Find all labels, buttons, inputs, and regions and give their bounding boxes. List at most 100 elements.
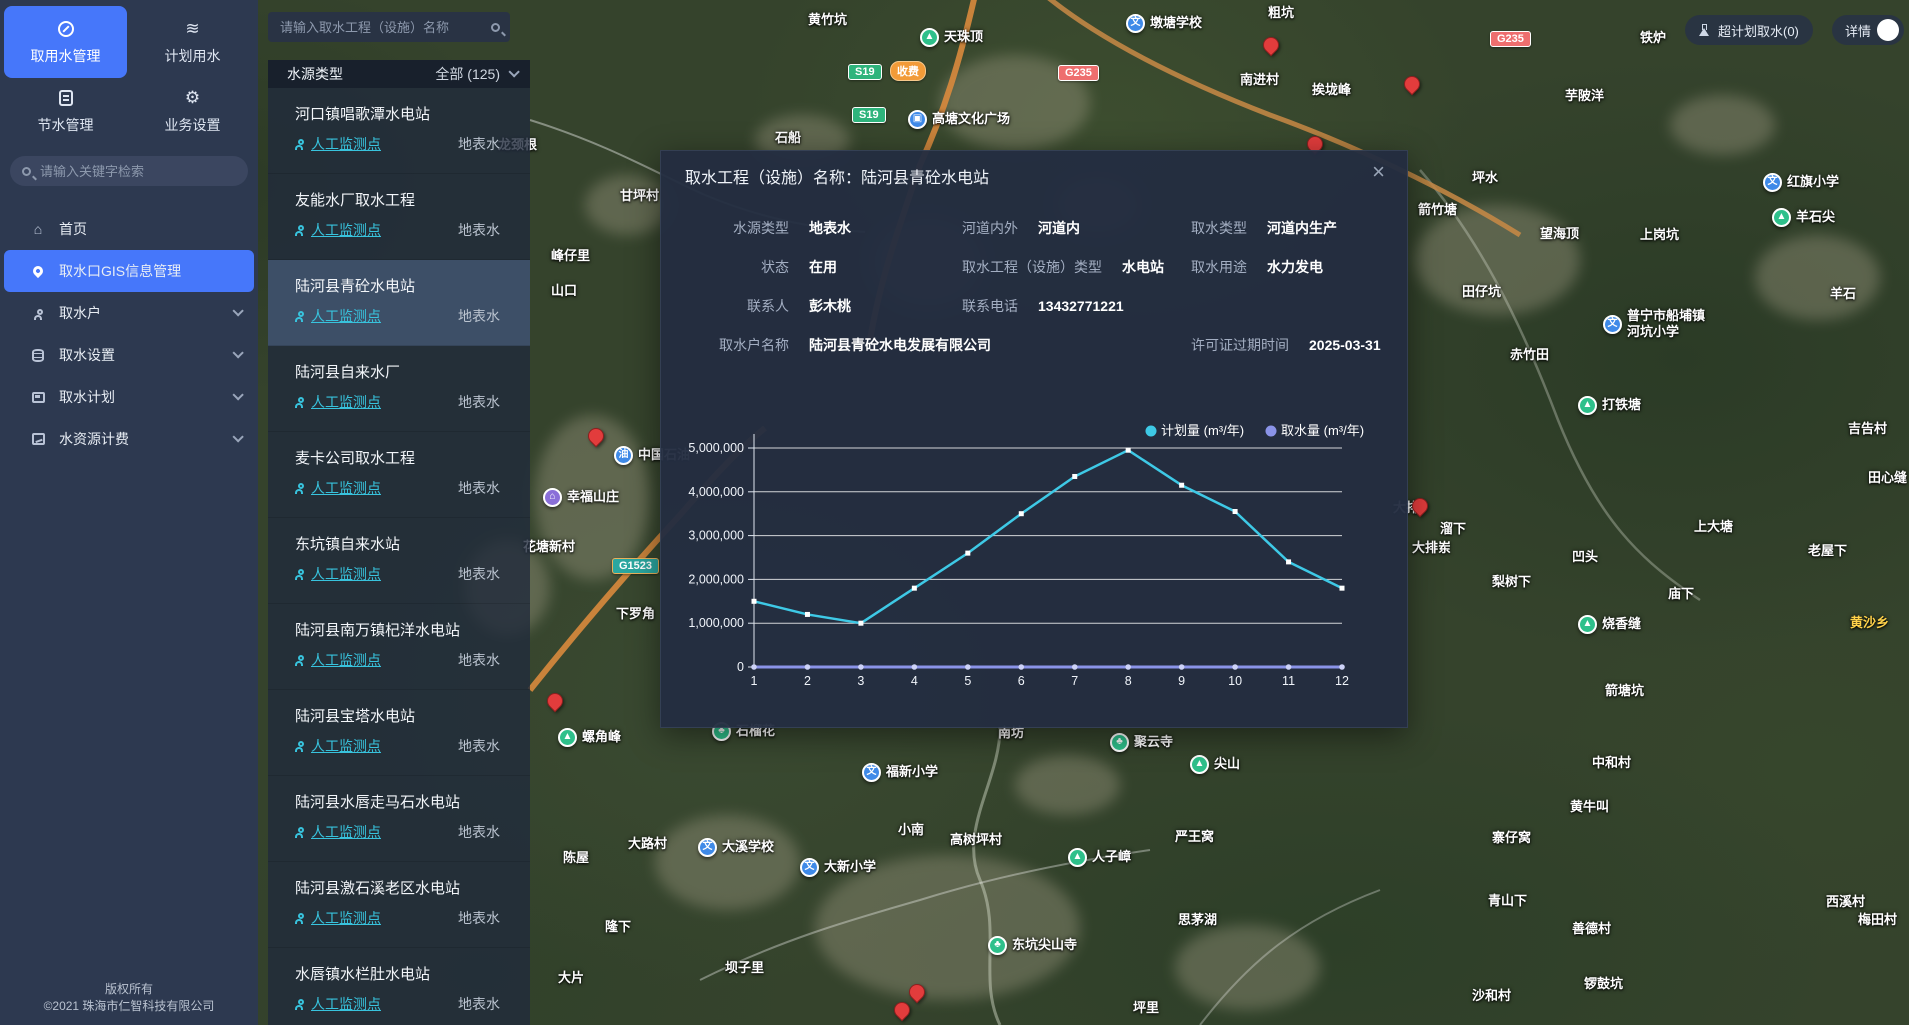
school-marker-icon[interactable]: 文 xyxy=(862,763,881,782)
mtn-marker-icon[interactable]: ▲ xyxy=(1772,208,1791,227)
map-label-text: 羊石 xyxy=(1830,286,1856,302)
person-icon xyxy=(295,661,303,666)
list-item[interactable]: 陆河县南万镇杞洋水电站人工监测点地表水 xyxy=(268,604,530,690)
sidebar-item-水资源计费[interactable]: 水资源计费 xyxy=(0,418,258,460)
list-item[interactable]: 河口镇唱歌潭水电站人工监测点地表水 xyxy=(268,88,530,174)
temple-marker-icon[interactable]: ♣ xyxy=(1110,733,1129,752)
map-label: ♣聚云寺 xyxy=(1110,733,1173,752)
data-point xyxy=(1018,664,1024,670)
monitor-link[interactable]: 人工监测点 xyxy=(311,994,381,1014)
monitor-link[interactable]: 人工监测点 xyxy=(311,220,381,240)
map-label: 箭塘坑 xyxy=(1605,683,1644,699)
list-item[interactable]: 陆河县自来水厂人工监测点地表水 xyxy=(268,346,530,432)
data-point xyxy=(965,664,971,670)
sidebar-item-取水口GIS信息管理[interactable]: 取水口GIS信息管理 xyxy=(4,250,254,292)
close-icon[interactable]: × xyxy=(1372,161,1385,183)
mtn-marker-icon[interactable]: ▲ xyxy=(1190,755,1209,774)
gas-marker-icon[interactable]: 油 xyxy=(614,446,633,465)
sidebar-item-label: 取水户 xyxy=(59,303,101,323)
blue-marker-icon[interactable]: ▣ xyxy=(908,110,927,129)
water-source-type: 地表水 xyxy=(458,650,500,670)
sidebar-item-取水户[interactable]: 取水户 xyxy=(0,292,258,334)
over-plan-button[interactable]: 超计划取水(0) xyxy=(1685,15,1813,45)
purple-marker-icon[interactable]: ⌂ xyxy=(543,488,562,507)
monitor-link[interactable]: 人工监测点 xyxy=(311,392,381,412)
map-label-text: 严王窝 xyxy=(1175,829,1214,845)
list-item[interactable]: 陆河县激石溪老区水电站人工监测点地表水 xyxy=(268,862,530,948)
detail-toggle[interactable]: 详情 xyxy=(1832,15,1904,45)
legend-swatch[interactable] xyxy=(1146,426,1157,437)
y-tick-label: 3,000,000 xyxy=(688,529,744,543)
list-item[interactable]: 东坑镇自来水站人工监测点地表水 xyxy=(268,518,530,604)
monitor-link[interactable]: 人工监测点 xyxy=(311,134,381,154)
gauge-icon xyxy=(56,19,76,39)
list-item[interactable]: 陆河县宝塔水电站人工监测点地表水 xyxy=(268,690,530,776)
monitor-link[interactable]: 人工监测点 xyxy=(311,736,381,756)
mtn-marker-icon[interactable]: ▲ xyxy=(1578,615,1597,634)
module-4[interactable]: ⚙业务设置 xyxy=(131,82,254,140)
water-source-type: 地表水 xyxy=(458,994,500,1014)
road-badge: G235 xyxy=(1490,31,1531,47)
map-label: 甘坪村 xyxy=(620,188,659,204)
legend-label[interactable]: 计划量 (m³/年) xyxy=(1161,423,1244,438)
sidebar-search-input[interactable] xyxy=(40,164,236,179)
monitor-link[interactable]: 人工监测点 xyxy=(311,306,381,326)
field-cell: 取水类型河道内生产 xyxy=(1191,218,1337,238)
station-search-input[interactable] xyxy=(280,20,491,35)
filter-label: 水源类型 xyxy=(287,64,343,84)
map-label-text: 东坑尖山寺 xyxy=(1012,937,1077,953)
monitor-link[interactable]: 人工监测点 xyxy=(311,478,381,498)
monitor-link[interactable]: 人工监测点 xyxy=(311,822,381,842)
source-type-dropdown[interactable]: 全部 (125) xyxy=(435,64,516,84)
mtn-marker-icon[interactable]: ▲ xyxy=(920,28,939,47)
sidebar-search[interactable] xyxy=(10,156,248,186)
field-label: 取水工程（设施）类型 xyxy=(962,259,1102,275)
school-marker-icon[interactable]: 文 xyxy=(1763,173,1782,192)
monitor-link[interactable]: 人工监测点 xyxy=(311,564,381,584)
temple-marker-icon[interactable]: ♣ xyxy=(988,936,1007,955)
sidebar-item-首页[interactable]: ⌂首页 xyxy=(0,208,258,250)
station-search[interactable] xyxy=(268,12,510,42)
map-label-text: 黄沙乡 xyxy=(1850,615,1889,631)
school-marker-icon[interactable]: 文 xyxy=(800,858,819,877)
list-item[interactable]: 麦卡公司取水工程人工监测点地表水 xyxy=(268,432,530,518)
sidebar: 取用水管理≋计划用水节水管理⚙业务设置 ⌂首页取水口GIS信息管理取水户取水设置… xyxy=(0,0,258,1025)
map-label-text: 箭竹塘 xyxy=(1418,202,1457,218)
list-item[interactable]: 陆河县水唇走马石水电站人工监测点地表水 xyxy=(268,776,530,862)
module-1[interactable]: 取用水管理 xyxy=(4,6,127,78)
module-2[interactable]: ≋计划用水 xyxy=(131,6,254,78)
field-cell: 取水工程（设施）类型水电站 xyxy=(962,257,1164,277)
module-label: 计划用水 xyxy=(165,46,221,66)
school-marker-icon[interactable]: 文 xyxy=(1603,315,1622,334)
school-marker-icon[interactable]: 文 xyxy=(1126,14,1145,33)
map-label-text: 大路村 xyxy=(628,836,667,852)
monitor-link[interactable]: 人工监测点 xyxy=(311,908,381,928)
person-icon xyxy=(295,403,303,408)
map-label: 梨树下 xyxy=(1492,574,1531,590)
mtn-marker-icon[interactable]: ▲ xyxy=(1068,848,1087,867)
list-item[interactable]: 友能水厂取水工程人工监测点地表水 xyxy=(268,174,530,260)
station-meta: 人工监测点 地表水 xyxy=(295,994,500,1014)
school-marker-icon[interactable]: 文 xyxy=(698,838,717,857)
water-source-type: 地表水 xyxy=(458,736,500,756)
list-item[interactable]: 陆河县青砼水电站人工监测点地表水 xyxy=(268,260,530,346)
legend-label[interactable]: 取水量 (m³/年) xyxy=(1281,423,1364,438)
map-label-text: 西溪村 xyxy=(1826,894,1865,910)
monitor-link[interactable]: 人工监测点 xyxy=(311,650,381,670)
map-label-text: 老屋下 xyxy=(1808,543,1847,559)
toggle-knob-icon[interactable] xyxy=(1877,19,1899,41)
legend-swatch[interactable] xyxy=(1266,426,1277,437)
map-label-text: 赤竹田 xyxy=(1510,347,1549,363)
mtn-marker-icon[interactable]: ▲ xyxy=(1578,396,1597,415)
map-label: 善德村 xyxy=(1572,921,1611,937)
map-label-text: 花塘新村 xyxy=(523,539,575,555)
map-label-text: 尖山 xyxy=(1214,756,1240,772)
module-3[interactable]: 节水管理 xyxy=(4,82,127,140)
map-label-text: 坪里 xyxy=(1133,1000,1159,1016)
sidebar-item-取水计划[interactable]: 取水计划 xyxy=(0,376,258,418)
sidebar-item-取水设置[interactable]: 取水设置 xyxy=(0,334,258,376)
list-item[interactable]: 水唇镇水栏肚水电站人工监测点 地表水 xyxy=(268,948,530,1025)
billing-icon xyxy=(30,433,46,445)
station-name: 水唇镇水栏肚水电站 xyxy=(295,963,500,984)
mtn-marker-icon[interactable]: ▲ xyxy=(558,728,577,747)
